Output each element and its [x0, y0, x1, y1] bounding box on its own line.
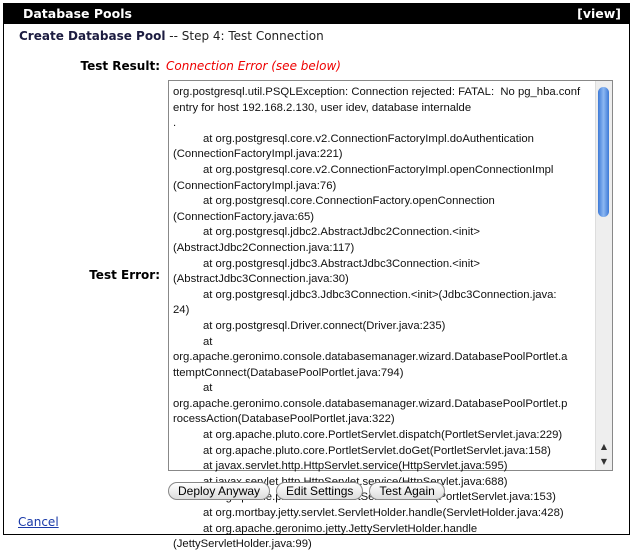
page-title: Create Database Pool -- Step 4: Test Con…: [19, 29, 324, 43]
stacktrace-line: org.postgresql.util.PSQLException: Conne…: [173, 86, 584, 114]
stacktrace-line: at: [203, 335, 213, 348]
stacktrace-line: org.apache.geronimo.console.databasemana…: [173, 351, 568, 364]
stacktrace-line: at org.postgresql.Driver.connect(Driver.…: [203, 319, 446, 332]
stacktrace-line: rocessAction(DatabasePoolPortlet.java:32…: [173, 413, 395, 426]
test-result-label: Test Result:: [80, 59, 161, 73]
stacktrace-line: ttemptConnect(DatabasePoolPortlet.java:7…: [173, 366, 404, 379]
stacktrace-line: at org.postgresql.jdbc3.Jdbc3Connection.…: [203, 288, 557, 301]
test-error-textarea[interactable]: org.postgresql.util.PSQLException: Conne…: [168, 80, 613, 550]
action-buttons: Deploy Anyway Edit Settings Test Again: [168, 480, 451, 500]
stacktrace-line: (ConnectionFactory.java:65): [173, 210, 315, 223]
stacktrace-line: .: [173, 117, 177, 130]
step-subtitle: -- Step 4: Test Connection: [165, 29, 324, 43]
stacktrace-line: (AbstractJdbc2Connection.java:117): [173, 241, 355, 254]
portlet-title: Database Pools: [23, 6, 132, 21]
scrollbar[interactable]: ▲ ▼: [595, 81, 612, 470]
wizard-title: Create Database Pool: [19, 29, 166, 43]
stacktrace-line: at org.apache.geronimo.jetty.JettyServle…: [203, 522, 478, 535]
stacktrace-line: at org.apache.pluto.core.PortletServlet.…: [203, 429, 563, 442]
view-link[interactable]: [view]: [577, 4, 621, 24]
stacktrace-line: (ConnectionFactoryImpl.java:76): [173, 179, 337, 192]
stacktrace-line: (JettyServletHolder.java:99): [173, 538, 312, 551]
stacktrace-line: at org.postgresql.core.v2.ConnectionFact…: [203, 132, 534, 145]
stacktrace-line: (AbstractJdbc3Connection.java:30): [173, 273, 349, 286]
stacktrace-line: at org.postgresql.core.ConnectionFactory…: [203, 195, 495, 208]
test-error-label: Test Error:: [89, 268, 160, 282]
stacktrace-line: at: [203, 382, 213, 395]
scroll-up-arrow-icon[interactable]: ▲: [596, 439, 612, 454]
scrollbar-thumb[interactable]: [598, 87, 609, 217]
portlet-window: Database Pools [view] Create Database Po…: [3, 3, 630, 550]
stacktrace-line: org.apache.geronimo.console.databasemana…: [173, 397, 568, 410]
test-result-value: Connection Error (see below): [166, 59, 341, 73]
test-again-button[interactable]: Test Again: [369, 482, 445, 500]
cancel-link[interactable]: Cancel: [18, 515, 59, 529]
stacktrace-line: 24): [173, 304, 190, 317]
stacktrace-line: at org.mortbay.jetty.servlet.ServletHold…: [203, 507, 564, 520]
edit-settings-button[interactable]: Edit Settings: [276, 482, 364, 500]
scroll-down-arrow-icon[interactable]: ▼: [596, 454, 612, 469]
stacktrace-line: at org.postgresql.jdbc2.AbstractJdbc2Con…: [203, 226, 480, 239]
portlet-header: Database Pools [view]: [4, 4, 629, 24]
stacktrace-line: at javax.servlet.http.HttpServlet.servic…: [203, 460, 508, 473]
deploy-anyway-button[interactable]: Deploy Anyway: [168, 482, 271, 500]
stacktrace-line: at org.postgresql.jdbc3.AbstractJdbc3Con…: [203, 257, 480, 270]
stacktrace-line: at org.apache.pluto.core.PortletServlet.…: [203, 444, 551, 457]
stacktrace-line: (ConnectionFactoryImpl.java:221): [173, 148, 343, 161]
stacktrace-line: at org.postgresql.core.v2.ConnectionFact…: [203, 163, 554, 176]
